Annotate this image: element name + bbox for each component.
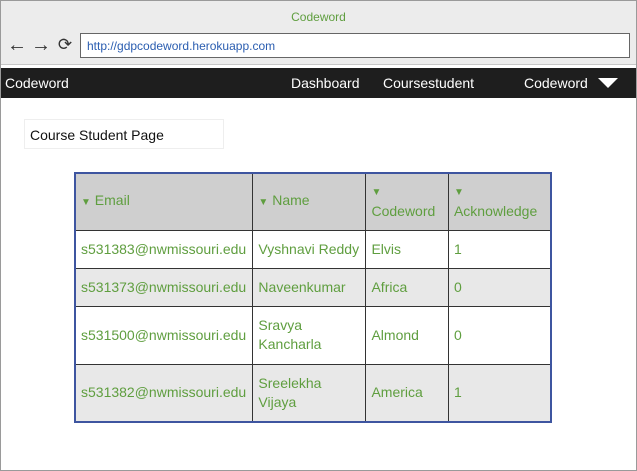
nav-link-coursestudent[interactable]: Coursestudent [383,75,474,91]
url-bar[interactable] [80,33,630,58]
reload-icon[interactable]: ⟳ [55,35,75,55]
acknowledge-cell: 0 [447,267,552,307]
table-row: s531500@nwmissouri.edu Sravya Kancharla … [74,305,552,365]
email-cell: s531383@nwmissouri.edu [74,229,254,269]
page-title: Course Student Page [24,119,224,149]
top-navbar: Codeword Dashboard Coursestudent Codewor… [1,68,636,98]
brand-link[interactable]: Codeword [5,75,69,91]
sort-down-icon: ▼ [453,186,464,198]
acknowledge-cell: 1 [447,363,552,423]
arrow-right-icon[interactable]: → [31,35,51,55]
acknowledge-cell: 0 [447,305,552,365]
browser-chrome: Codeword ← → ⟳ [1,1,636,65]
nav-link-dashboard[interactable]: Dashboard [291,75,360,91]
column-header-codeword[interactable]: ▼ Codeword [365,172,449,231]
window-title: Codeword [291,10,346,24]
codeword-cell: Elvis [365,229,449,269]
email-cell: s531500@nwmissouri.edu [74,305,254,365]
email-cell: s531373@nwmissouri.edu [74,267,254,307]
table-row: s531373@nwmissouri.edu Naveenkumar Afric… [74,267,552,307]
column-header-label: Codeword [371,202,436,219]
sort-down-icon: ▼ [371,186,382,198]
students-table: ▼ Email ▼ Name ▼ Codeword ▼ Acknowledge s5… [74,172,552,423]
column-header-name[interactable]: ▼ Name [252,172,367,231]
column-header-label: Name [272,192,310,209]
sort-down-icon: ▼ [258,197,269,209]
caret-down-icon[interactable] [598,78,618,88]
name-cell: Sravya Kancharla [252,305,367,365]
arrow-left-icon[interactable]: ← [7,35,27,55]
codeword-cell: America [365,363,449,423]
name-cell: Sreelekha Vijaya [252,363,367,423]
acknowledge-cell: 1 [447,229,552,269]
column-header-label: Email [94,192,130,209]
column-header-label: Acknowledge [453,202,538,219]
browser-window: Codeword ← → ⟳ Codeword Dashboard Course… [0,0,637,471]
table-row: s531382@nwmissouri.edu Sreelekha Vijaya … [74,363,552,423]
column-header-acknowledge[interactable]: ▼ Acknowledge [447,172,552,231]
column-header-email[interactable]: ▼ Email [74,172,254,231]
email-cell: s531382@nwmissouri.edu [74,363,254,423]
table-row: s531383@nwmissouri.edu Vyshnavi Reddy El… [74,229,552,269]
table-header-row: ▼ Email ▼ Name ▼ Codeword ▼ Acknowledge [74,172,552,231]
name-cell: Naveenkumar [252,267,367,307]
codeword-cell: Africa [365,267,449,307]
name-cell: Vyshnavi Reddy [252,229,367,269]
nav-link-user-menu[interactable]: Codeword [524,75,588,91]
sort-down-icon: ▼ [81,197,91,209]
codeword-cell: Almond [365,305,449,365]
